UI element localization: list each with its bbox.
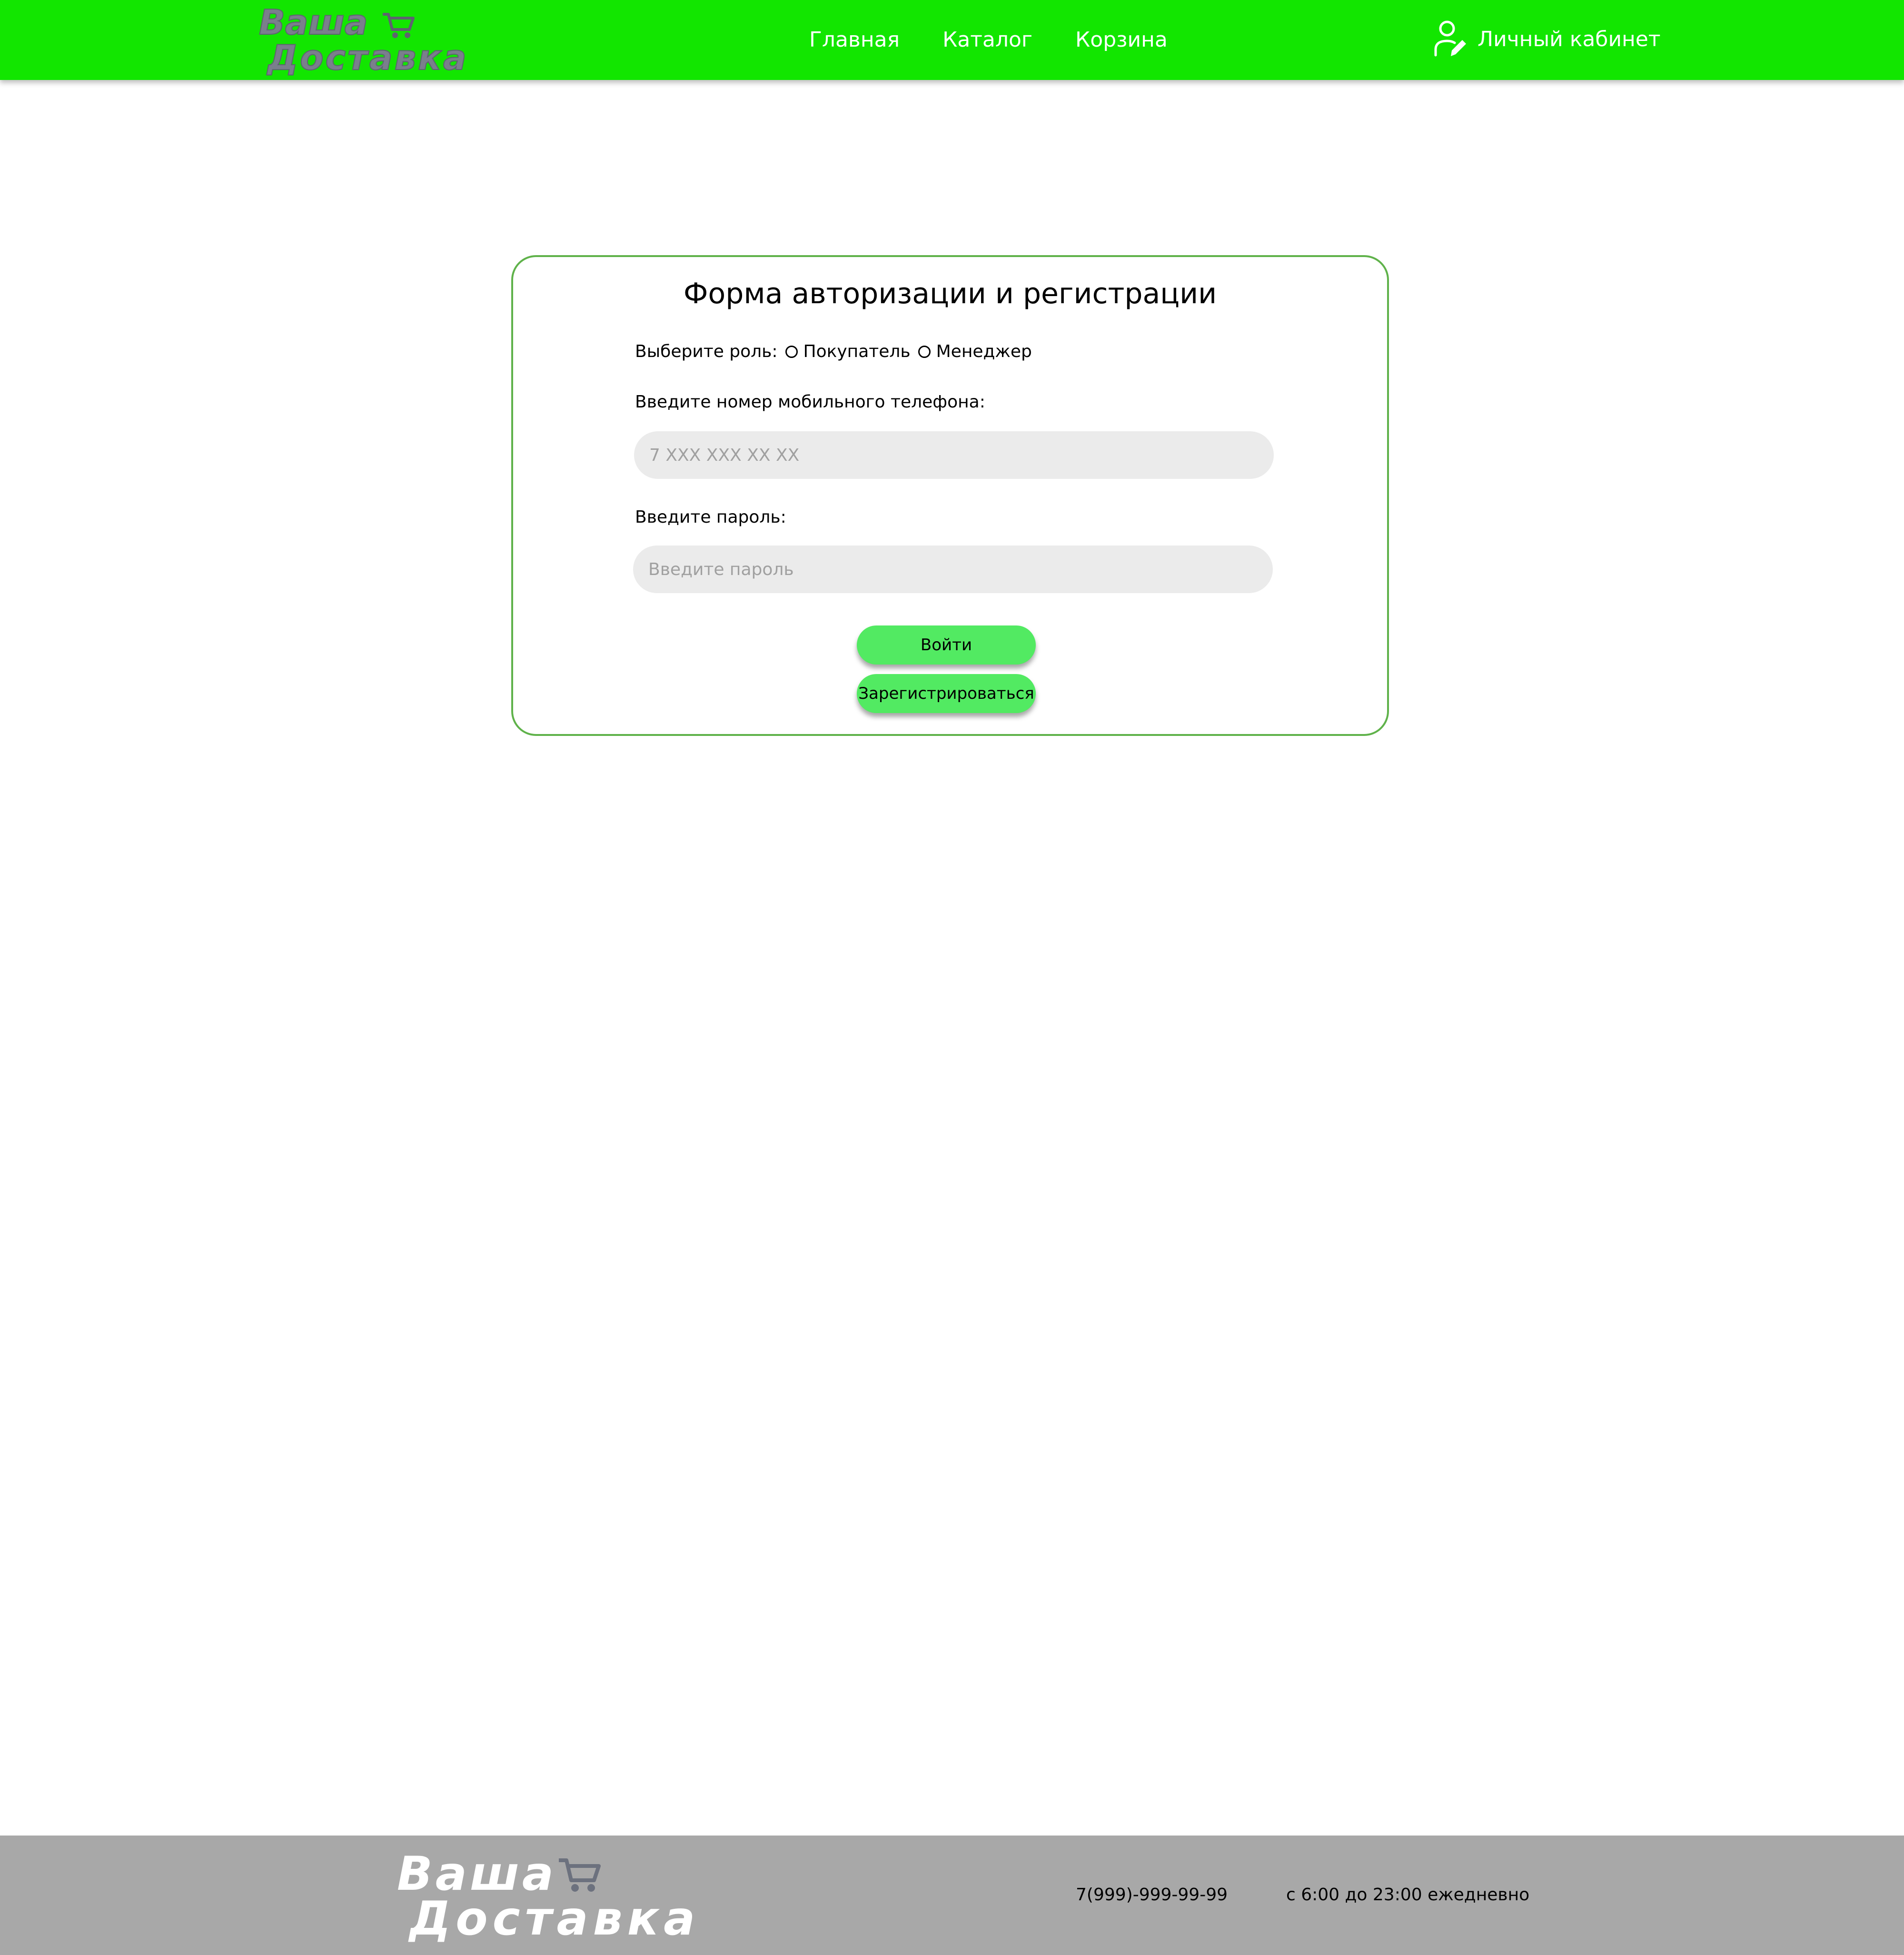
footer-hours: с 6:00 до 23:00 ежедневно <box>1286 1885 1530 1905</box>
password-label: Введите пароль: <box>635 507 786 527</box>
footer-logo[interactable]: Ваша Доставка <box>395 1847 700 1946</box>
account-link[interactable]: Личный кабинет <box>1433 20 1661 58</box>
role-option-buyer-label[interactable]: Покупатель <box>803 342 911 361</box>
nav-item-catalog[interactable]: Каталог <box>942 28 1032 52</box>
form-title: Форма авторизации и регистрации <box>683 277 1217 310</box>
register-button[interactable]: Зарегистрироваться <box>857 674 1036 713</box>
footer-logo-graphic: Ваша Доставка <box>397 1847 700 1946</box>
password-input[interactable] <box>633 546 1273 593</box>
phone-label: Введите номер мобильного телефона: <box>635 392 985 412</box>
role-radio-manager[interactable] <box>918 345 931 358</box>
user-edit-icon <box>1434 20 1466 57</box>
account-label: Личный кабинет <box>1478 27 1661 51</box>
site-logo[interactable]: Ваша Доставка <box>257 5 486 76</box>
footer-logo-line2: Доставка <box>408 1892 700 1945</box>
nav-item-cart[interactable]: Корзина <box>1075 28 1168 52</box>
main-nav: Главная Каталог Корзина <box>809 28 1168 52</box>
role-label: Выберите роль: <box>635 342 778 361</box>
site-header: Ваша Доставка Главная Каталог Корзина Ли… <box>0 0 1904 80</box>
cart-icon <box>383 13 415 38</box>
cart-icon <box>559 1858 601 1892</box>
role-selector: Выберите роль: Покупатель Менеджер <box>635 342 1032 361</box>
logo-line1: Ваша <box>259 5 368 42</box>
logo-line2: Доставка <box>267 38 468 76</box>
nav-item-home[interactable]: Главная <box>809 28 900 52</box>
logo-graphic: Ваша Доставка <box>258 5 468 76</box>
phone-input[interactable] <box>634 431 1274 479</box>
footer-phone[interactable]: 7(999)-999-99-99 <box>1076 1885 1228 1905</box>
role-option-manager-label[interactable]: Менеджер <box>936 342 1032 361</box>
auth-form-card: Форма авторизации и регистрации Выберите… <box>511 255 1389 736</box>
role-radio-buyer[interactable] <box>785 345 798 358</box>
login-button[interactable]: Войти <box>857 625 1036 665</box>
site-footer: Ваша Доставка 7(999)-999-99-99 с 6:00 до… <box>0 1836 1904 1955</box>
